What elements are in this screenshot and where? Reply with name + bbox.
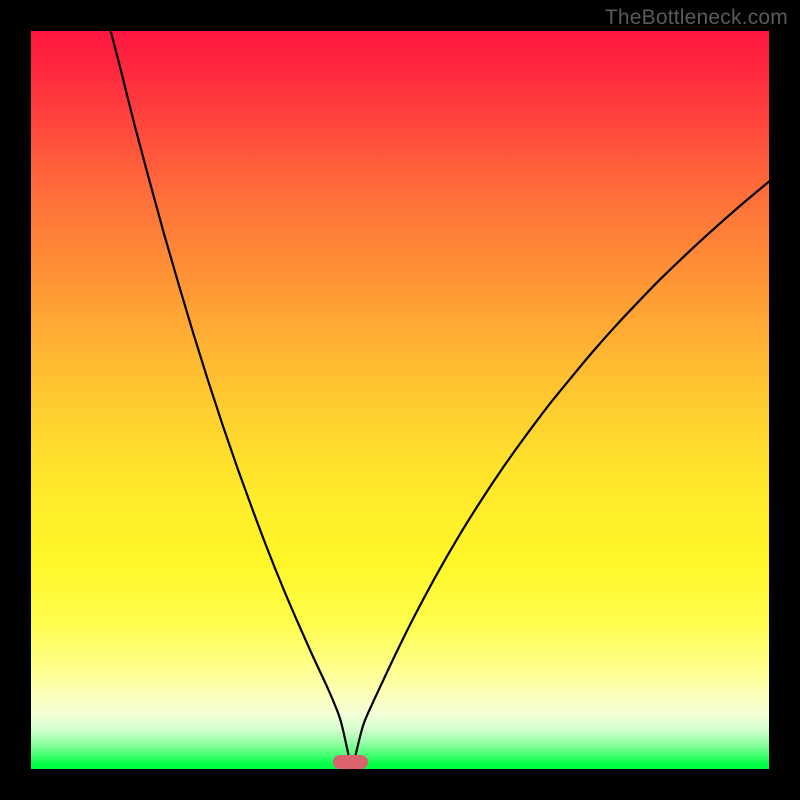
chart-frame: TheBottleneck.com <box>0 0 800 800</box>
plot-area <box>31 31 769 769</box>
attribution-label: TheBottleneck.com <box>605 6 788 30</box>
minimum-marker <box>333 755 368 769</box>
curve-path <box>111 31 769 754</box>
bottleneck-curve <box>31 31 769 769</box>
